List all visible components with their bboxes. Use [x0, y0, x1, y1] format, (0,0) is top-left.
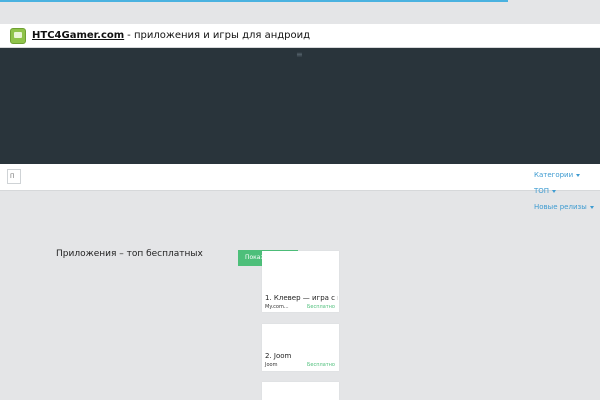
nav-item-label: ТОП [534, 187, 550, 195]
app-price: Бесплатно [306, 362, 335, 368]
app-developer: Joom [265, 362, 278, 368]
site-header: HTC4Gamer.com - приложения и игры для ан… [0, 24, 600, 48]
hamburger-menu-icon[interactable]: ≡ [296, 51, 303, 59]
nav-item-new-releases[interactable]: Новые релизы [534, 202, 600, 218]
caret-down-icon [576, 173, 581, 177]
site-tagline: - приложения и игры для андроид [127, 30, 311, 41]
nav-item-categories[interactable]: Категории [534, 170, 600, 186]
section-title: Приложения – топ бесплатных [56, 249, 203, 259]
caret-down-icon [552, 189, 557, 193]
app-price: Бесплатно [306, 304, 335, 310]
app-card-1[interactable]: 1. Клевер — игра с пр My.com... Бесплатн… [262, 251, 339, 312]
hero-banner [0, 48, 600, 164]
nav-item-label: Категории [534, 171, 574, 179]
app-card-3[interactable] [262, 382, 339, 400]
site-name-link[interactable]: HTC4Gamer.com [32, 30, 124, 41]
app-developer: My.com... [265, 304, 289, 310]
nav-menu: Категории ТОП Новые релизы [534, 170, 600, 218]
app-card-2[interactable]: 2. Joom Joom Бесплатно [262, 324, 339, 371]
search-input[interactable] [7, 169, 21, 184]
navigation-bar [0, 164, 600, 191]
nav-item-label: Новые релизы [534, 203, 587, 211]
caret-down-icon [589, 205, 594, 209]
android-logo-icon[interactable] [10, 27, 26, 44]
nav-item-top[interactable]: ТОП [534, 186, 600, 202]
app-title[interactable]: 2. Joom [265, 352, 338, 360]
page-progress-bar [0, 0, 508, 2]
app-title[interactable]: 1. Клевер — игра с пр [265, 294, 338, 302]
